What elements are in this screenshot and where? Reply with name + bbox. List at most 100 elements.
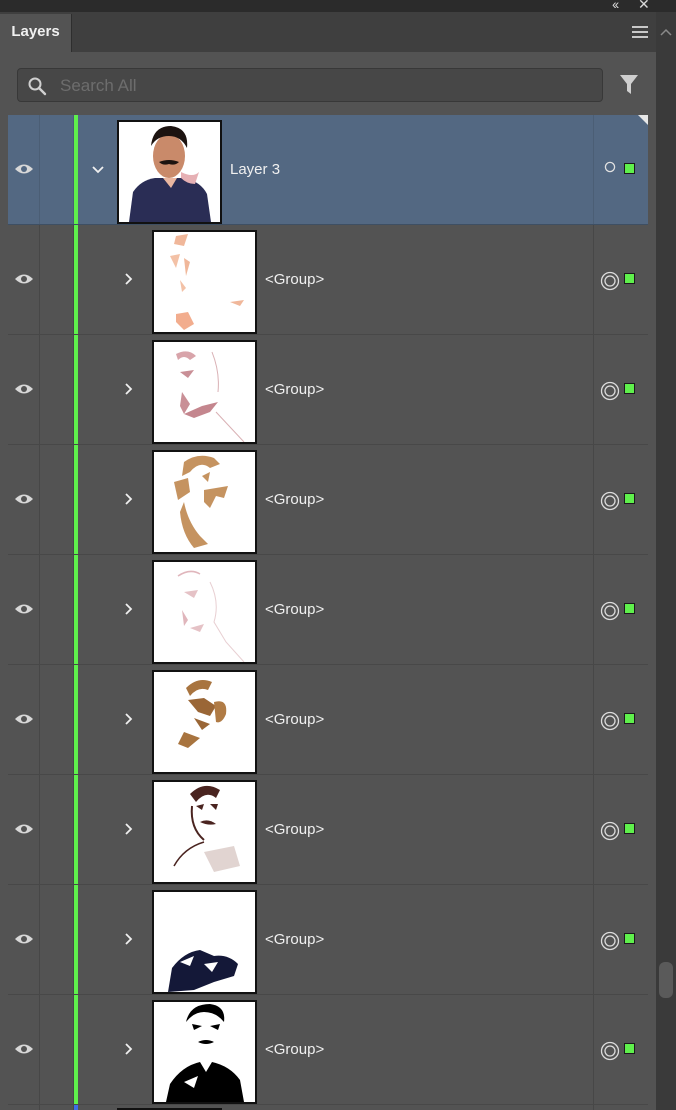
chevron-right-icon[interactable] — [118, 709, 138, 729]
selection-indicator[interactable] — [624, 1043, 635, 1054]
layer-name[interactable]: <Group> — [265, 821, 324, 838]
target-circle-icon[interactable] — [598, 819, 622, 843]
search-input[interactable] — [58, 69, 592, 103]
target-circle-icon[interactable] — [598, 489, 622, 513]
filter-icon[interactable] — [619, 74, 639, 96]
layer-row-group[interactable]: <Group> — [8, 995, 648, 1105]
group-thumbnail — [152, 230, 257, 334]
layer-name[interactable]: <Group> — [265, 711, 324, 728]
chevron-right-icon[interactable] — [118, 929, 138, 949]
visibility-toggle[interactable] — [8, 555, 40, 664]
lock-toggle[interactable] — [40, 555, 74, 664]
eye-icon[interactable] — [14, 823, 34, 835]
selection-indicator[interactable] — [624, 163, 635, 174]
eye-icon[interactable] — [14, 1043, 34, 1055]
visibility-toggle[interactable] — [8, 1105, 40, 1110]
layer-row-group[interactable]: <Group> — [8, 445, 648, 555]
panel-menu-icon[interactable] — [632, 26, 648, 38]
lock-toggle[interactable] — [40, 775, 74, 884]
visibility-toggle[interactable] — [8, 775, 40, 884]
target-circle-icon[interactable] — [598, 269, 622, 293]
layer-row-group[interactable]: <Group> — [8, 225, 648, 335]
target-circle-icon[interactable] — [598, 709, 622, 733]
current-layer-flag — [638, 115, 648, 125]
layer-row-layer-3[interactable]: Layer 3 — [8, 115, 648, 225]
target-circle-icon[interactable] — [602, 159, 618, 175]
target-cell[interactable] — [593, 885, 649, 994]
chevron-right-icon[interactable] — [118, 819, 138, 839]
eye-icon[interactable] — [14, 603, 34, 615]
eye-icon[interactable] — [14, 713, 34, 725]
visibility-toggle[interactable] — [8, 335, 40, 444]
chevron-right-icon[interactable] — [118, 599, 138, 619]
visibility-toggle[interactable] — [8, 665, 40, 774]
lock-toggle[interactable] — [40, 115, 74, 224]
selection-indicator[interactable] — [624, 493, 635, 504]
scrollbar[interactable] — [656, 12, 676, 1110]
layer-row-group[interactable]: <Group> — [8, 775, 648, 885]
lock-toggle[interactable] — [40, 1105, 74, 1110]
layer-name[interactable]: <Group> — [265, 271, 324, 288]
layer-name[interactable]: <Group> — [265, 601, 324, 618]
visibility-toggle[interactable] — [8, 885, 40, 994]
layer-name[interactable]: <Group> — [265, 931, 324, 948]
panel-tab-bar: Layers — [0, 12, 656, 52]
target-cell[interactable] — [593, 445, 649, 554]
collapse-panels-button[interactable]: ‹‹ — [612, 0, 619, 12]
layer-name[interactable]: Layer 3 — [230, 161, 280, 178]
scrollbar-thumb[interactable] — [659, 962, 673, 998]
selection-indicator[interactable] — [624, 383, 635, 394]
target-circle-icon[interactable] — [598, 929, 622, 953]
target-cell[interactable] — [593, 995, 649, 1104]
chevron-right-icon[interactable] — [118, 1039, 138, 1059]
lock-toggle[interactable] — [40, 665, 74, 774]
lock-toggle[interactable] — [40, 885, 74, 994]
layer-name[interactable]: <Group> — [265, 381, 324, 398]
chevron-right-icon[interactable] — [118, 489, 138, 509]
target-cell[interactable] — [593, 115, 649, 224]
selection-indicator[interactable] — [624, 603, 635, 614]
target-cell[interactable] — [593, 1105, 649, 1110]
chevron-right-icon[interactable] — [118, 269, 138, 289]
selection-indicator[interactable] — [624, 933, 635, 944]
target-cell[interactable] — [593, 665, 649, 774]
layer-row-group[interactable]: <Group> — [8, 885, 648, 995]
lock-toggle[interactable] — [40, 225, 74, 334]
layer-row-next[interactable] — [8, 1105, 648, 1110]
chevron-down-icon[interactable] — [88, 160, 108, 180]
group-thumbnail — [152, 560, 257, 664]
chevron-up-icon[interactable] — [658, 26, 674, 38]
layer-row-group[interactable]: <Group> — [8, 555, 648, 665]
layer-name[interactable]: <Group> — [265, 1041, 324, 1058]
eye-icon[interactable] — [14, 933, 34, 945]
layer-color-indicator — [74, 225, 78, 334]
eye-icon[interactable] — [14, 493, 34, 505]
visibility-toggle[interactable] — [8, 225, 40, 334]
target-cell[interactable] — [593, 335, 649, 444]
target-cell[interactable] — [593, 555, 649, 664]
eye-icon[interactable] — [14, 163, 34, 175]
chevron-right-icon[interactable] — [118, 379, 138, 399]
target-circle-icon[interactable] — [598, 1039, 622, 1063]
close-panel-button[interactable]: ✕ — [638, 0, 650, 12]
target-circle-icon[interactable] — [598, 379, 622, 403]
visibility-toggle[interactable] — [8, 995, 40, 1104]
eye-icon[interactable] — [14, 273, 34, 285]
target-cell[interactable] — [593, 225, 649, 334]
layer-name[interactable]: <Group> — [265, 491, 324, 508]
layer-list: Layer 3 <Group> <Group> <Group> <Group> … — [8, 115, 648, 1110]
layer-row-group[interactable]: <Group> — [8, 335, 648, 445]
selection-indicator[interactable] — [624, 273, 635, 284]
eye-icon[interactable] — [14, 383, 34, 395]
selection-indicator[interactable] — [624, 823, 635, 834]
visibility-toggle[interactable] — [8, 115, 40, 224]
selection-indicator[interactable] — [624, 713, 635, 724]
lock-toggle[interactable] — [40, 335, 74, 444]
layer-row-group[interactable]: <Group> — [8, 665, 648, 775]
target-cell[interactable] — [593, 775, 649, 884]
visibility-toggle[interactable] — [8, 445, 40, 554]
tab-layers[interactable]: Layers — [0, 14, 72, 52]
target-circle-icon[interactable] — [598, 599, 622, 623]
lock-toggle[interactable] — [40, 995, 74, 1104]
lock-toggle[interactable] — [40, 445, 74, 554]
